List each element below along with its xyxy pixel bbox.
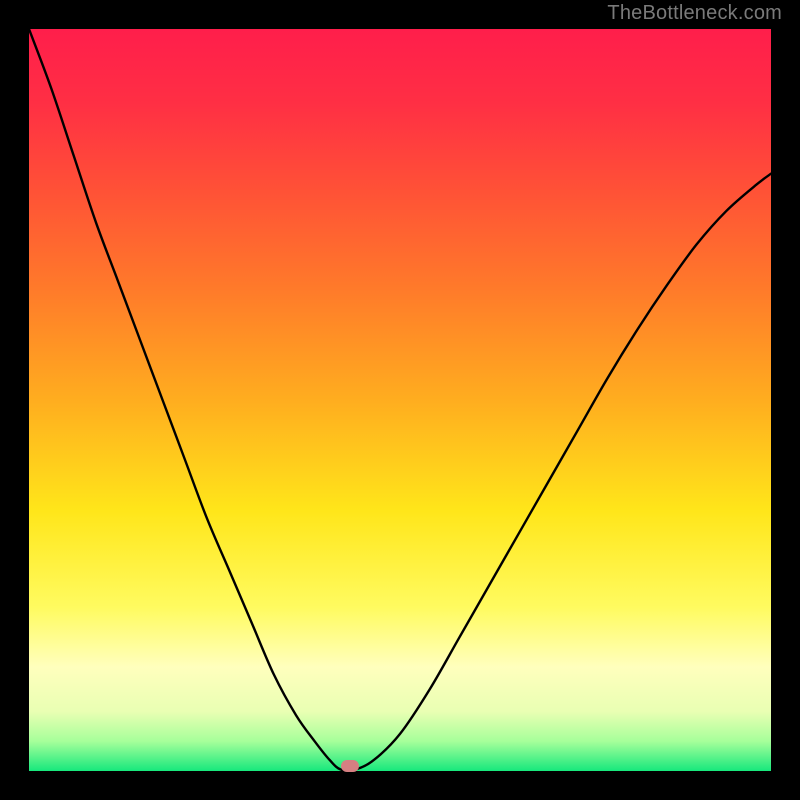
gradient-background	[29, 29, 771, 771]
minimum-marker	[341, 760, 359, 772]
watermark-text: TheBottleneck.com	[607, 2, 782, 25]
chart-frame: TheBottleneck.com	[0, 0, 800, 800]
plot-area	[29, 29, 771, 771]
plot-svg	[29, 29, 771, 771]
